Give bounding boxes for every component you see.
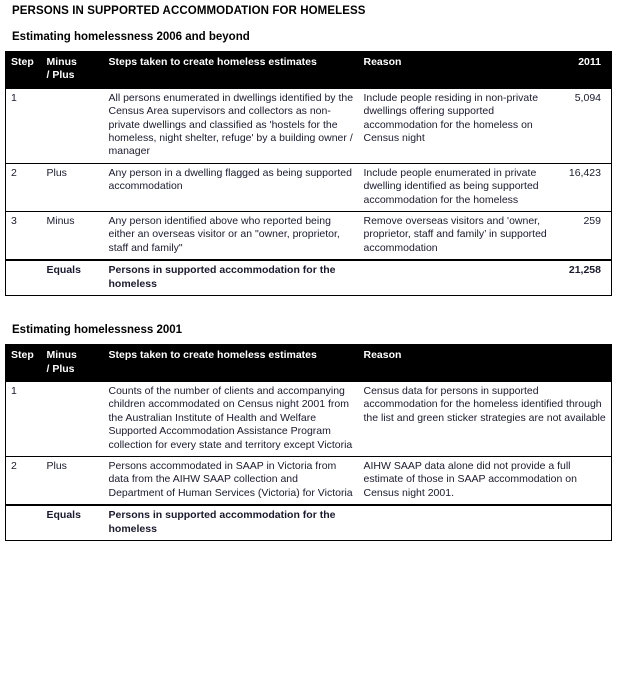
cell-reason: Include people enumerated in private dwe…: [358, 162, 557, 212]
cell-minus-plus: Minus: [41, 211, 104, 261]
column-header-step: Step: [5, 51, 42, 89]
column-header-steps: Steps taken to create homeless estimates: [103, 344, 359, 382]
cell-steps: Counts of the number of clients and acco…: [108, 384, 353, 451]
cell-minus-plus: Plus: [41, 455, 104, 506]
cell-minus-plus: Plus: [41, 162, 104, 212]
column-header-minus-plus-line1: Minus: [46, 349, 77, 362]
table-row-equals: Equals Persons in supported accommodatio…: [5, 259, 612, 296]
cell-steps: Any person identified above who reported…: [103, 211, 359, 261]
table-estimating-homelessness-2001: Step Minus / Plus Steps taken to create h…: [5, 344, 612, 541]
table-header-row: Step Minus / Plus Steps taken to create h…: [5, 51, 612, 89]
cell-reason: Include people residing in non-private d…: [363, 91, 539, 145]
cell-minus-plus: Equals: [41, 504, 104, 541]
cell-value: 16,423: [556, 162, 612, 212]
cell-value: 21,258: [556, 259, 612, 296]
cell-steps: All persons enumerated in dwellings iden…: [108, 91, 354, 158]
section-spacer-2: [0, 336, 620, 344]
cell-minus-plus: [42, 382, 104, 457]
cell-reason: [358, 504, 612, 541]
cell-step: 1: [11, 91, 17, 104]
column-header-steps: Steps taken to create homeless estimates: [103, 51, 359, 89]
column-header-minus-plus: Minus / Plus: [41, 344, 104, 382]
table-row: 1 All persons enumerated in dwellings id…: [6, 89, 612, 164]
cell-step: 2: [5, 455, 42, 506]
section-heading-2001: Estimating homelessness 2001: [12, 324, 183, 337]
cell-value: 259: [556, 211, 612, 261]
table-row: 3 Minus Any person identified above who …: [5, 211, 612, 261]
cell-step: 2: [5, 162, 42, 212]
table-row-equals: Equals Persons in supported accommodatio…: [5, 504, 612, 541]
table-row: 2 Plus Persons accommodated in SAAP in V…: [5, 455, 612, 506]
column-header-minus-plus-line1: Minus: [46, 56, 77, 68]
column-header-reason: Reason: [358, 344, 612, 382]
title-spacer: [0, 17, 620, 31]
table-header-row: Step Minus / Plus Steps taken to create h…: [5, 344, 612, 382]
cell-steps: Persons in supported accommodation for t…: [103, 259, 359, 296]
cell-minus-plus: [42, 89, 104, 164]
column-header-minus-plus-line2: / Plus: [46, 69, 75, 82]
table-row: 1 Counts of the number of clients and ac…: [6, 382, 612, 457]
cell-reason: Remove overseas visitors and 'owner, pro…: [358, 211, 557, 261]
section-spacer-1: [0, 43, 620, 51]
cell-steps: Any person in a dwelling flagged as bein…: [103, 162, 359, 212]
column-header-minus-plus: Minus / Plus: [41, 51, 104, 89]
cell-minus-plus: Equals: [41, 259, 104, 296]
cell-step: 1: [11, 384, 17, 397]
cell-reason: Census data for persons in supported acc…: [363, 384, 606, 424]
table-row: 2 Plus Any person in a dwelling flagged …: [5, 162, 612, 212]
cell-step: [5, 259, 42, 296]
cell-steps: Persons accommodated in SAAP in Victoria…: [103, 455, 359, 506]
cell-step: 3: [5, 211, 42, 261]
column-header-minus-plus-line2: / Plus: [46, 362, 75, 375]
cell-step: [5, 504, 42, 541]
cell-steps: Persons in supported accommodation for t…: [103, 504, 359, 541]
cell-reason: AIHW SAAP data alone did not provide a f…: [358, 455, 612, 506]
cell-value: 5,094: [574, 91, 601, 104]
column-header-reason: Reason: [358, 51, 557, 89]
cell-reason: [358, 259, 557, 296]
column-header-year-2011: 2011: [556, 51, 612, 89]
table-estimating-homelessness-2006: Step Minus / Plus Steps taken to create h…: [5, 51, 612, 297]
document-page: PERSONS IN SUPPORTED ACCOMMODATION FOR H…: [0, 5, 620, 686]
column-header-step: Step: [5, 344, 42, 382]
section-heading-2006: Estimating homelessness 2006 and beyond: [12, 31, 250, 43]
page-title: PERSONS IN SUPPORTED ACCOMMODATION FOR H…: [12, 5, 366, 17]
